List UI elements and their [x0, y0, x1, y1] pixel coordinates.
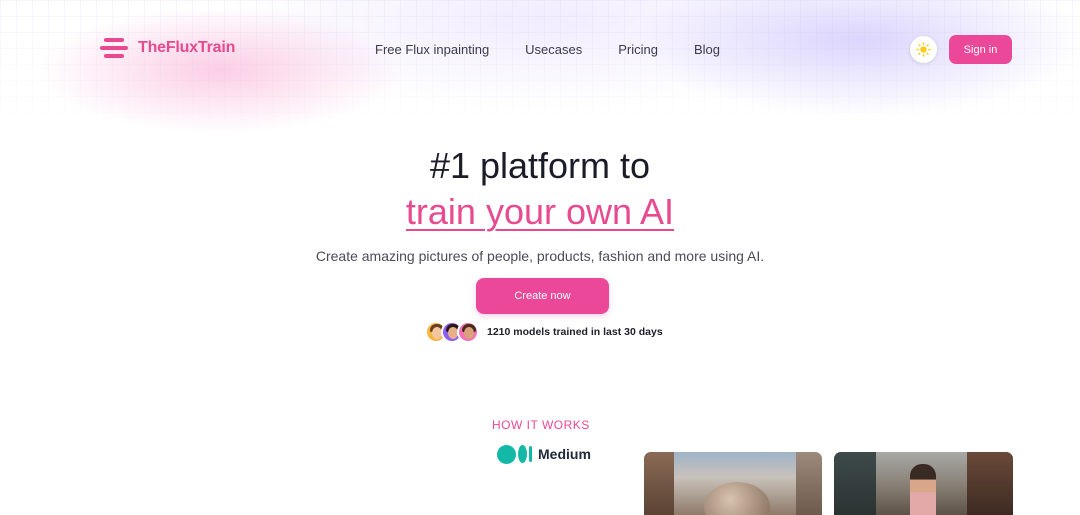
brand-logo[interactable]: TheFluxTrain [100, 36, 235, 60]
logo-icon [100, 37, 128, 59]
nav-blog[interactable]: Blog [694, 40, 720, 60]
site-header: TheFluxTrain Free Flux inpainting Usecas… [0, 0, 1080, 100]
nav-pricing[interactable]: Pricing [618, 40, 658, 60]
example-photo-2[interactable] [834, 452, 1013, 515]
create-now-button[interactable]: Create now [476, 278, 609, 314]
nav-usecases[interactable]: Usecases [525, 40, 582, 60]
hero-title: #1 platform to [429, 145, 651, 186]
social-proof: 1210 models trained in last 30 days [425, 320, 663, 344]
medium-logo-icon [497, 444, 532, 464]
main-nav: Free Flux inpainting Usecases Pricing Bl… [375, 40, 720, 60]
brand-name: TheFluxTrain [138, 39, 236, 56]
sun-icon [916, 42, 931, 57]
avatar-group [425, 321, 479, 343]
nav-free-flux-inpainting[interactable]: Free Flux inpainting [375, 40, 489, 60]
example-photo-1[interactable] [644, 452, 822, 515]
how-it-works-label: HOW IT WORKS [492, 418, 590, 432]
sign-in-button[interactable]: Sign in [949, 35, 1012, 64]
models-trained-count: 1210 models trained in last 30 days [487, 326, 663, 338]
medium-badge[interactable]: Medium [497, 443, 591, 465]
hero-subtitle: Create amazing pictures of people, produ… [315, 248, 765, 264]
medium-label: Medium [538, 446, 591, 462]
theme-toggle-button[interactable] [910, 36, 937, 63]
hero-title-highlight: train your own AI [405, 191, 675, 232]
avatar [457, 321, 479, 343]
